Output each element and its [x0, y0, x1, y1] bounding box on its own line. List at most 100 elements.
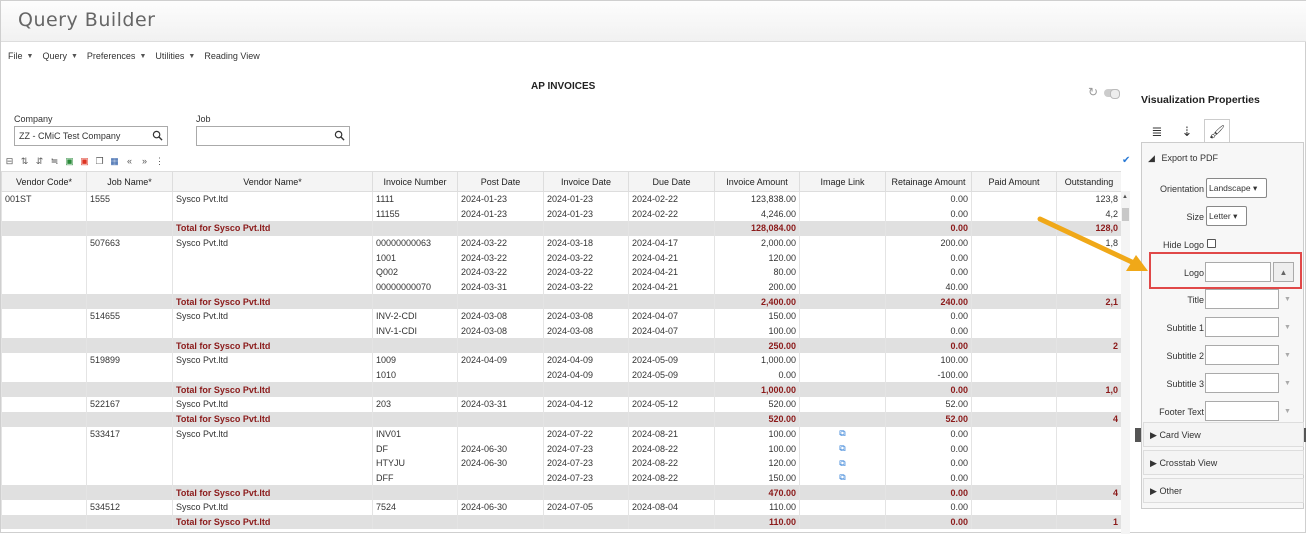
crosstab-view-section[interactable]: ▶ Crosstab View	[1143, 450, 1304, 475]
column-header[interactable]: Image Link	[799, 171, 886, 192]
menu-reading-view[interactable]: Reading View	[204, 51, 259, 61]
table-row[interactable]: Q002 2024-03-22 2024-03-22 2024-04-21 80.00 0…	[1, 264, 1121, 280]
filter-icon[interactable]: ⊟	[4, 156, 15, 167]
next-icon[interactable]: »	[139, 156, 150, 167]
column-header[interactable]: Post Date	[457, 171, 544, 192]
total-row[interactable]: Total for Sysco Pvt.ltd 1,000.00 0.00 1,0	[1, 382, 1121, 398]
excel-icon[interactable]: ▣	[64, 156, 75, 167]
column-header[interactable]: Vendor Name*	[172, 171, 373, 192]
sort-asc-icon[interactable]: ⇅	[19, 156, 30, 167]
orientation-select[interactable]: Landscape ▾	[1206, 178, 1267, 198]
highlight-box	[1149, 252, 1302, 289]
columns-icon[interactable]: ▦	[109, 156, 120, 167]
table-cell: 2024-07-23	[543, 470, 629, 486]
table-cell	[86, 264, 173, 280]
tab-brush-icon[interactable]: 🖌	[1204, 119, 1230, 143]
table-cell: 150.00	[714, 309, 800, 324]
search-icon[interactable]	[334, 130, 345, 141]
table-cell: 4,246.00	[714, 206, 800, 221]
table-cell: 250.00	[714, 338, 800, 354]
column-header[interactable]: Outstanding	[1056, 171, 1121, 192]
group-icon[interactable]: ≒	[49, 156, 60, 167]
refresh-icon[interactable]: ↻	[1088, 86, 1099, 98]
export-pdf-section[interactable]: ◢ Export to PDF	[1148, 153, 1218, 164]
other-section[interactable]: ▶ Other	[1143, 478, 1304, 503]
footer-field[interactable]	[1205, 401, 1279, 421]
table-row[interactable]: DF 2024-06-30 2024-07-23 2024-08-22 100.00 ⧉ 0…	[1, 441, 1121, 456]
total-row[interactable]: Total for Sysco Pvt.ltd 520.00 52.00 4	[1, 411, 1121, 427]
column-header[interactable]: Invoice Amount	[714, 171, 800, 192]
column-header[interactable]: Retainage Amount	[885, 171, 972, 192]
chevron-down-icon[interactable]: ▼	[1284, 324, 1291, 331]
total-row[interactable]: Total for Sysco Pvt.ltd 110.00 0.00 1	[1, 514, 1121, 530]
external-link-icon[interactable]: ⧉	[803, 472, 882, 483]
external-link-icon[interactable]: ⧉	[803, 458, 882, 469]
subtitle1-field[interactable]	[1205, 317, 1279, 337]
table-cell	[1, 250, 87, 265]
card-view-section[interactable]: ▶ Card View	[1143, 422, 1304, 447]
title-field[interactable]	[1205, 289, 1279, 309]
chevron-down-icon[interactable]: ▼	[1284, 380, 1291, 387]
table-row[interactable]: 522167 Sysco Pvt.ltd 203 2024-03-31 2024-04-…	[1, 397, 1121, 412]
prev-icon[interactable]: «	[124, 156, 135, 167]
table-row[interactable]: 519899 Sysco Pvt.ltd 1009 2024-04-09 2024-04…	[1, 353, 1121, 368]
table-row[interactable]: INV-1-CDI 2024-03-08 2024-03-08 2024-04-07 1…	[1, 323, 1121, 339]
table-cell: 2024-05-12	[628, 397, 715, 412]
company-field[interactable]: ZZ - CMiC Test Company	[14, 126, 168, 146]
more-icon[interactable]: ⋮	[154, 156, 165, 167]
size-select[interactable]: Letter ▾	[1206, 206, 1247, 226]
table-row[interactable]: 533417 Sysco Pvt.ltd INV01 2024-07-22 2024-0…	[1, 426, 1121, 442]
column-header[interactable]: Vendor Code*	[1, 171, 87, 192]
table-row[interactable]: 11155 2024-01-23 2024-01-23 2024-02-22 4,246…	[1, 206, 1121, 221]
data-grid: Vendor Code* Job Name* Vendor Name* Invoice…	[1, 171, 1121, 534]
table-row[interactable]: 1001 2024-03-22 2024-03-22 2024-04-21 120.00…	[1, 250, 1121, 265]
column-header[interactable]: Job Name*	[86, 171, 173, 192]
column-header[interactable]: Due Date	[628, 171, 715, 192]
total-row[interactable]: Total for Sysco Pvt.ltd 250.00 0.00 2	[1, 338, 1121, 354]
chevron-down-icon[interactable]: ▼	[1284, 352, 1291, 359]
external-link-icon[interactable]: ⧉	[803, 443, 882, 454]
hide-logo-checkbox[interactable]	[1207, 239, 1216, 248]
tab-sort-icon[interactable]: ⇣	[1174, 119, 1200, 143]
table-cell: ⧉	[799, 470, 886, 486]
scroll-up-icon[interactable]: ▲	[1122, 194, 1128, 200]
total-row[interactable]: Total for Sysco Pvt.ltd 470.00 0.00 4	[1, 485, 1121, 500]
menu-file[interactable]: File ▼	[8, 51, 33, 61]
table-cell	[1056, 367, 1121, 383]
total-row[interactable]: Total for Sysco Pvt.ltd 2,400.00 240.00 2,1	[1, 294, 1121, 309]
column-header[interactable]: Paid Amount	[971, 171, 1057, 192]
table-row[interactable]: 534512 Sysco Pvt.ltd 7524 2024-06-30 2024-07…	[1, 499, 1121, 515]
total-row[interactable]: Total for Sysco Pvt.ltd 128,084.00 0.00 128…	[1, 220, 1121, 236]
column-header[interactable]: Invoice Date	[543, 171, 629, 192]
toggle-switch[interactable]	[1104, 89, 1120, 99]
menu-preferences[interactable]: Preferences ▼	[87, 51, 146, 61]
table-cell	[172, 455, 373, 471]
chevron-down-icon[interactable]: ▼	[1284, 408, 1291, 415]
table-row[interactable]: 1010 2024-04-09 2024-05-09 0.00 -100.00	[1, 367, 1121, 383]
table-row[interactable]: 507663 Sysco Pvt.ltd 00000000063 2024-03-22…	[1, 235, 1121, 251]
table-row[interactable]: 514655 Sysco Pvt.ltd INV-2-CDI 2024-03-08 20…	[1, 309, 1121, 324]
table-row[interactable]: 001ST 1555 Sysco Pvt.ltd 1111 2024-01-23 2024…	[1, 191, 1121, 207]
menu-utilities[interactable]: Utilities ▼	[155, 51, 195, 61]
search-icon[interactable]	[152, 130, 163, 141]
table-cell: 128,084.00	[714, 220, 800, 236]
menu-query[interactable]: Query ▼	[42, 51, 77, 61]
column-header[interactable]: Invoice Number	[372, 171, 458, 192]
table-cell: 2024-08-22	[628, 455, 715, 471]
table-row[interactable]: HTYJU 2024-06-30 2024-07-23 2024-08-22 120.0…	[1, 455, 1121, 471]
subtitle3-field[interactable]	[1205, 373, 1279, 393]
chevron-down-icon[interactable]: ▼	[1284, 296, 1291, 303]
table-row[interactable]: 00000000070 2024-03-31 2024-03-22 2024-04-2…	[1, 279, 1121, 295]
copy-icon[interactable]: ❐	[94, 156, 105, 167]
menu-label: Reading View	[204, 51, 260, 61]
table-cell	[86, 382, 173, 398]
chevron-down-icon: ▼	[70, 52, 78, 60]
job-field[interactable]	[196, 126, 350, 146]
external-link-icon[interactable]: ⧉	[803, 428, 882, 439]
table-row[interactable]: DFF 2024-07-23 2024-08-22 150.00 ⧉ 0.00	[1, 470, 1121, 486]
table-cell: 2024-05-09	[628, 353, 715, 368]
subtitle2-field[interactable]	[1205, 345, 1279, 365]
tab-list-icon[interactable]: ≣	[1144, 119, 1170, 143]
sort-desc-icon[interactable]: ⇵	[34, 156, 45, 167]
pdf-icon[interactable]: ▣	[79, 156, 90, 167]
